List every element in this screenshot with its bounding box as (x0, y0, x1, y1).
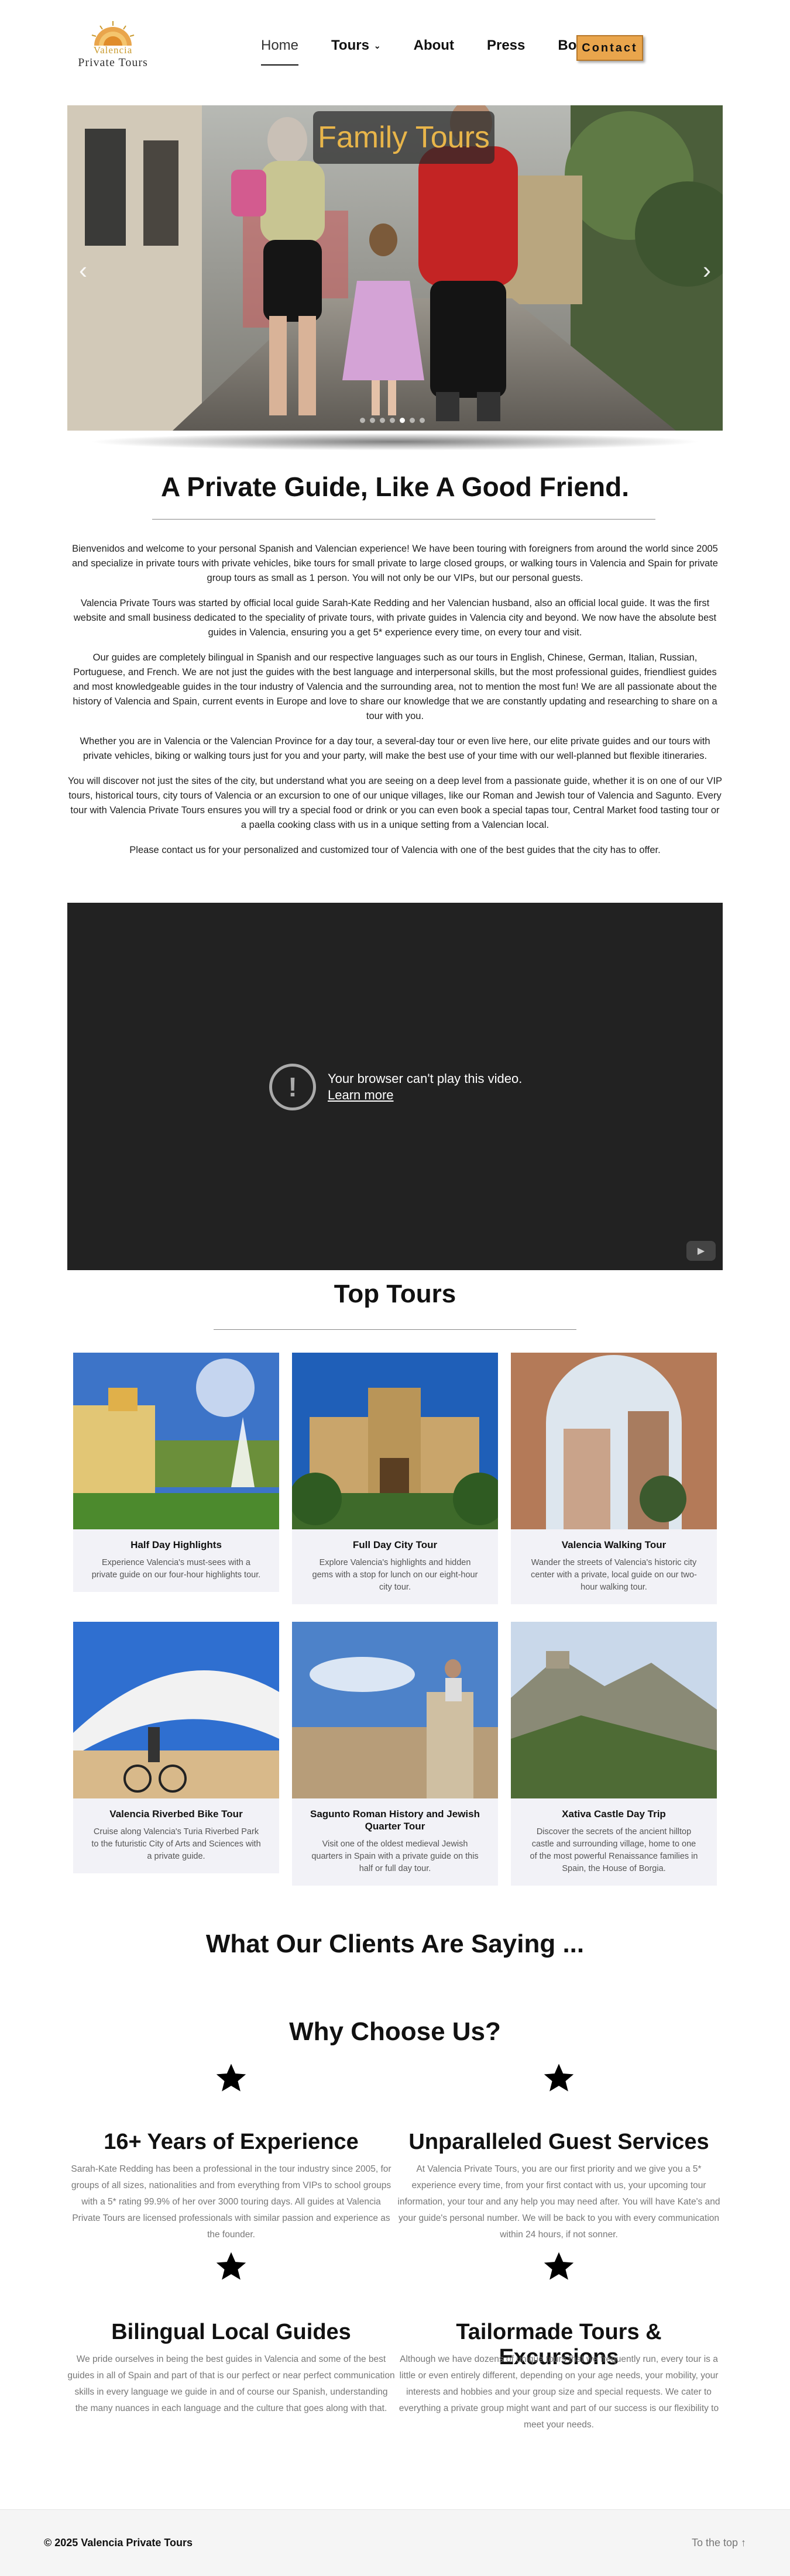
video-error: ! Your browser can't play this video. Le… (269, 1064, 522, 1110)
nav-home-label: Home (261, 37, 299, 53)
testimonials-heading: What Our Clients Are Saying ... (205, 1930, 585, 1958)
tour-description: Visit one of the oldest medieval Jewish … (311, 1839, 479, 1873)
tour-image (73, 1353, 279, 1529)
nav-home[interactable]: Home (261, 37, 299, 66)
tour-title: Valencia Riverbed Bike Tour (109, 1808, 243, 1820)
star-icon (216, 2063, 246, 2092)
tour-description: Explore Valencia's highlights and hidden… (312, 1558, 478, 1592)
nav-tours[interactable]: Tours ⌄ (331, 37, 381, 54)
why-item-text: Although we have dozens of unique tours … (399, 2354, 719, 2430)
tour-title: Sagunto Roman History and Jewish Quarter… (310, 1808, 480, 1832)
tour-title: Valencia Walking Tour (561, 1539, 667, 1550)
tour-card[interactable]: Full Day City Tour Explore Valencia's hi… (292, 1353, 498, 1604)
logo-line1: Valencia (93, 44, 133, 56)
video-error-message: Your browser can't play this video. (328, 1071, 523, 1086)
tour-card[interactable]: Valencia Walking Tour Wander the streets… (511, 1353, 717, 1604)
intro-paragraph: Please contact us for your personalized … (129, 845, 661, 855)
why-item-text: At Valencia Private Tours, you are our f… (397, 2164, 720, 2240)
intro-paragraph: Whether you are in Valencia or the Valen… (80, 736, 710, 761)
tour-image (511, 1353, 717, 1529)
hero-title: Family Tours (313, 111, 494, 164)
why-item-title: Bilingual Local Guides (111, 2320, 351, 2344)
slider-dot[interactable] (410, 418, 415, 423)
tour-description: Cruise along Valencia's Turia Riverbed P… (91, 1827, 261, 1861)
why-item-title: 16+ Years of Experience (104, 2130, 359, 2154)
back-to-top-link[interactable]: To the top ↑ (692, 2537, 746, 2549)
intro-paragraph: Bienvenidos and welcome to your personal… (72, 544, 718, 583)
tour-title: Half Day Highlights (130, 1539, 222, 1550)
tour-image (292, 1622, 498, 1798)
nav-tours-label: Tours (331, 37, 369, 53)
chevron-right-icon[interactable]: › (703, 256, 711, 284)
slider-dot[interactable] (420, 418, 425, 423)
tour-card[interactable]: Half Day Highlights Experience Valencia'… (73, 1353, 279, 1592)
why-item-title: Unparalleled Guest Services (408, 2130, 709, 2154)
slider-dot[interactable] (390, 418, 395, 423)
nav-about-label: About (413, 37, 454, 53)
slider-dot[interactable] (360, 418, 365, 423)
copyright: © 2025 Valencia Private Tours (44, 2537, 193, 2549)
intro-text: Bienvenidos and welcome to your personal… (67, 542, 723, 868)
slider-dots (360, 418, 425, 423)
slider-dot[interactable] (400, 418, 405, 423)
why-heading: Why Choose Us? (289, 2017, 501, 2046)
tour-card[interactable]: Xativa Castle Day Trip Discover the secr… (511, 1622, 717, 1886)
slider-dot[interactable] (370, 418, 375, 423)
chevron-left-icon[interactable]: ‹ (79, 256, 87, 284)
tour-image (292, 1353, 498, 1529)
nav-press-label: Press (486, 37, 525, 53)
hero-shadow (88, 433, 702, 450)
intro-paragraph: Valencia Private Tours was started by of… (73, 598, 717, 638)
intro-divider (152, 519, 655, 520)
tour-card[interactable]: Valencia Riverbed Bike Tour Cruise along… (73, 1622, 279, 1873)
star-icon (544, 2252, 574, 2280)
learn-more-link[interactable]: Learn more (328, 1087, 522, 1103)
slider-dot[interactable] (380, 418, 385, 423)
star-icon (216, 2252, 246, 2280)
intro-heading: A Private Guide, Like A Good Friend. (160, 472, 629, 502)
tour-card[interactable]: Sagunto Roman History and Jewish Quarter… (292, 1622, 498, 1886)
youtube-icon[interactable]: ▶ (686, 1241, 716, 1261)
tours-heading: Top Tours (334, 1280, 456, 1308)
sun-logo-icon (91, 21, 135, 46)
logo[interactable]: Valencia Private Tours (69, 20, 157, 78)
why-item-text: Sarah-Kate Redding has been a profession… (71, 2164, 391, 2240)
intro-paragraph: You will discover not just the sites of … (67, 776, 723, 830)
chevron-down-icon: ⌄ (373, 40, 381, 50)
site-footer: © 2025 Valencia Private Tours To the top… (0, 2509, 790, 2576)
tour-title: Xativa Castle Day Trip (562, 1808, 666, 1820)
contact-button[interactable]: Contact (576, 35, 643, 61)
tour-description: Discover the secrets of the ancient hill… (530, 1827, 698, 1873)
nav-press[interactable]: Press (487, 37, 525, 54)
star-icon (544, 2063, 574, 2092)
video-player[interactable]: ! Your browser can't play this video. Le… (67, 903, 723, 1270)
tour-image (511, 1622, 717, 1798)
tour-description: Wander the streets of Valencia's histori… (531, 1558, 697, 1592)
why-item-text: We pride ourselves in being the best gui… (67, 2354, 395, 2413)
alert-icon: ! (269, 1064, 316, 1110)
site-header: Valencia Private Tours Home Tours ⌄ About… (0, 0, 790, 99)
tours-divider (214, 1329, 576, 1330)
tour-title: Full Day City Tour (352, 1539, 438, 1550)
logo-line2: Private Tours (78, 56, 148, 69)
hero-slider[interactable]: Family Tours ‹ › (67, 105, 723, 431)
tour-image (73, 1622, 279, 1798)
nav-about[interactable]: About (414, 37, 454, 54)
intro-paragraph: Our guides are completely bilingual in S… (73, 652, 717, 721)
tour-description: Experience Valencia's must-sees with a p… (91, 1558, 261, 1580)
